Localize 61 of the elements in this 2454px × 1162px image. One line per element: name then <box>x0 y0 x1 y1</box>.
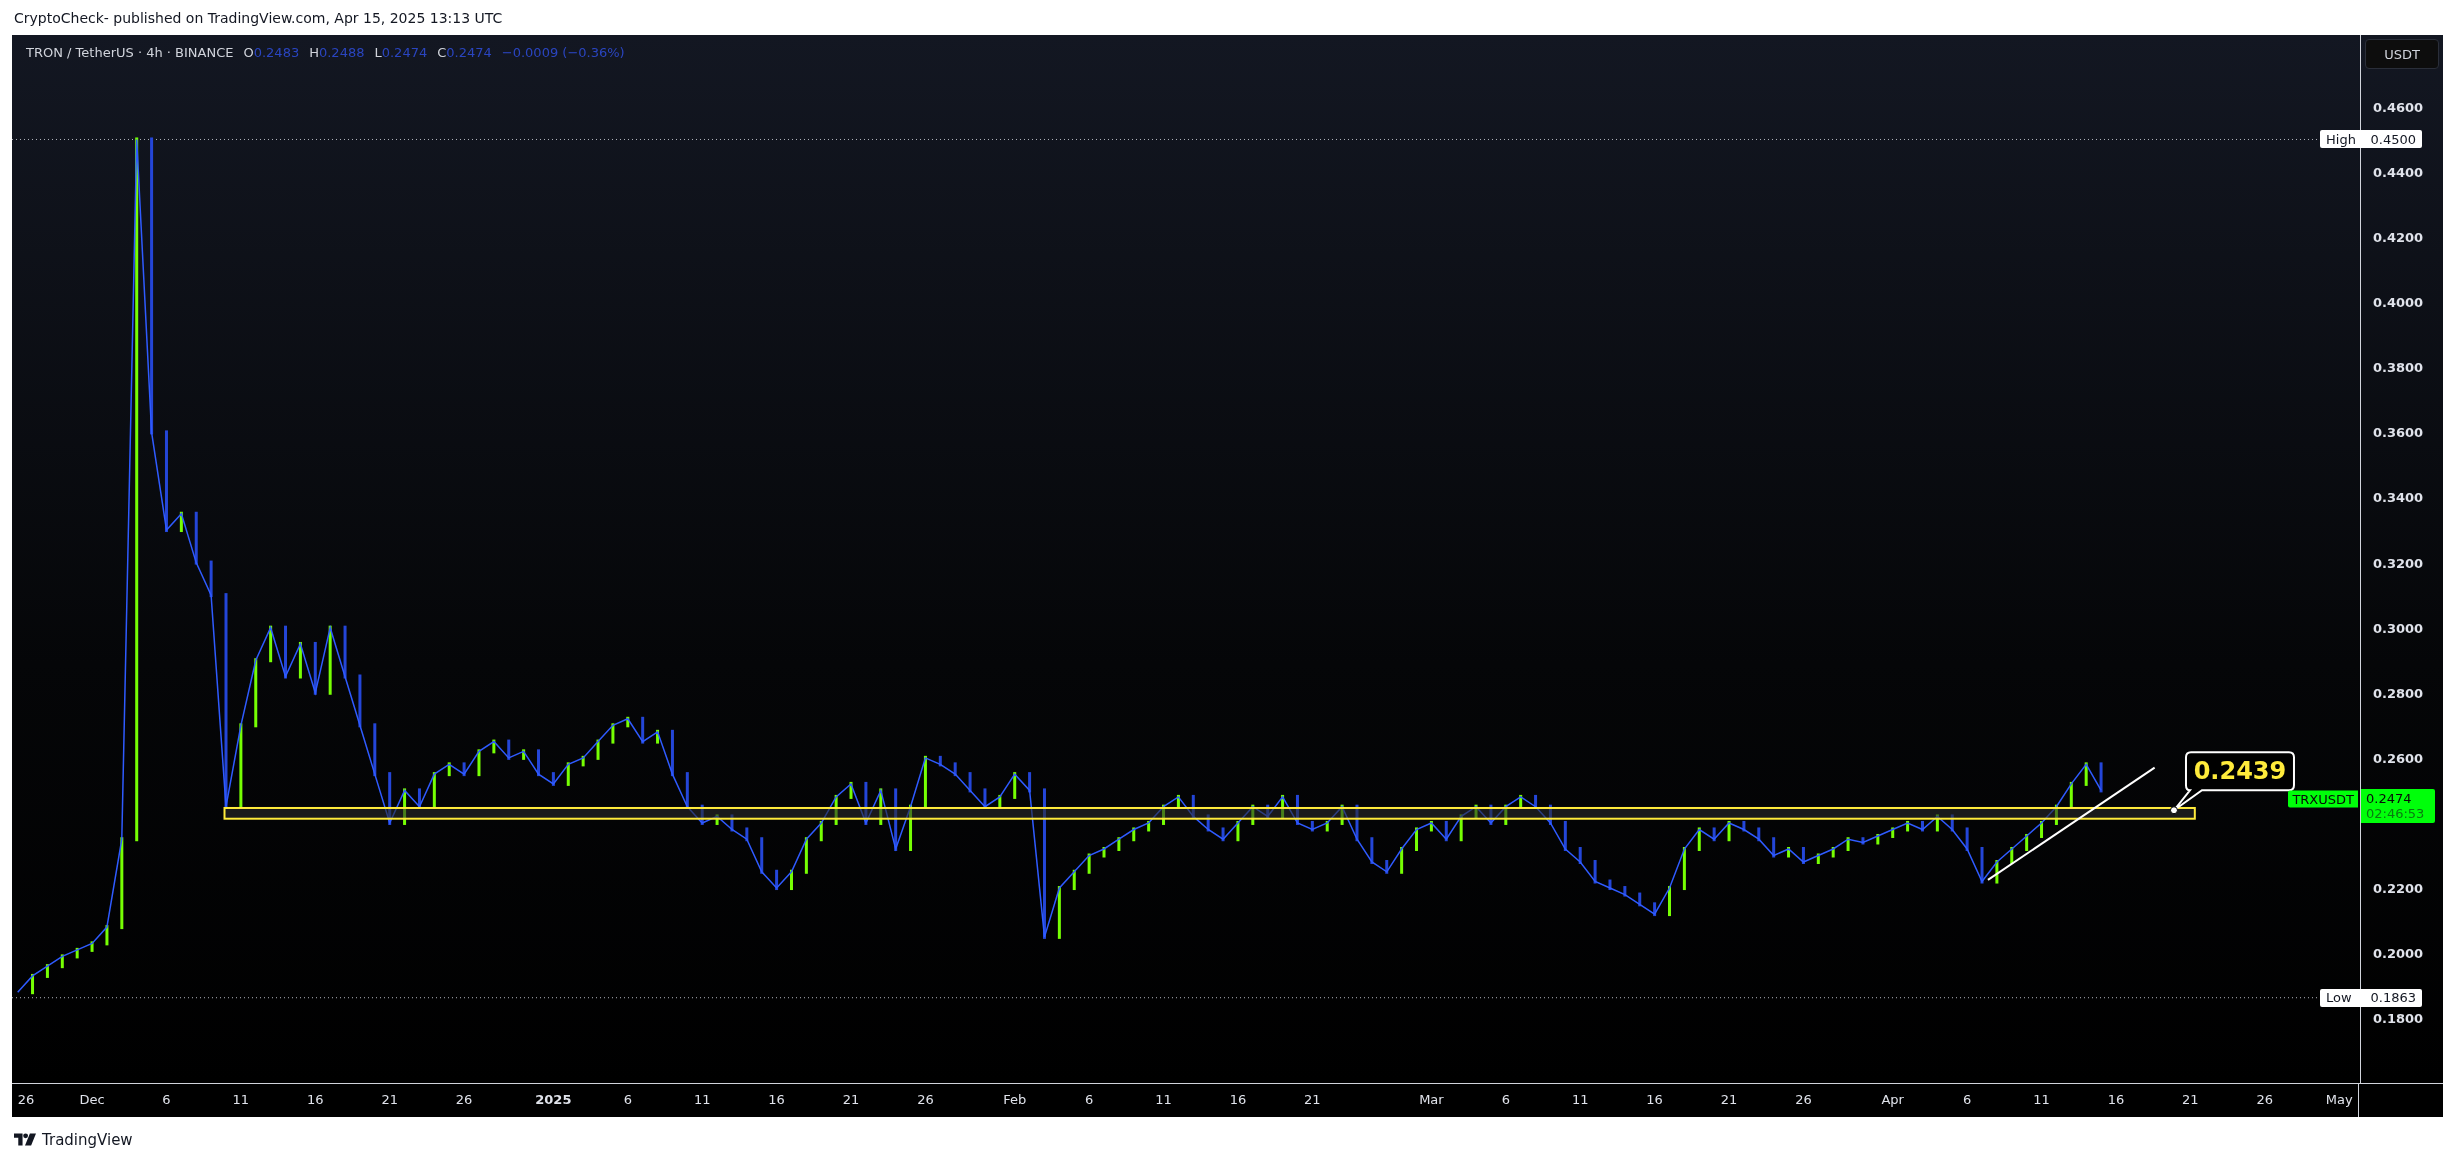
time-axis-label: 26 <box>17 1092 35 1107</box>
price-axis-label: 0.3800 <box>2373 359 2424 375</box>
time-axis-label: May <box>2325 1092 2353 1107</box>
currency-button[interactable]: USDT <box>2365 39 2439 69</box>
bar-countdown: 02:46:53 <box>2366 805 2426 821</box>
time-axis-label: 16 <box>1229 1092 1247 1107</box>
price-axis-label: 0.2800 <box>2373 685 2424 701</box>
price-axis-label: 0.4600 <box>2373 99 2424 115</box>
price-axis-label: 0.1800 <box>2373 1010 2424 1026</box>
time-axis-label: 6 <box>1963 1092 1972 1107</box>
level-tag: High 0.4500 <box>2320 130 2422 149</box>
price-axis-label: 0.3400 <box>2373 490 2424 505</box>
price-axis-label: 0.3600 <box>2373 424 2424 440</box>
time-axis-label: Apr <box>1881 1092 1904 1107</box>
time-axis-label: 6 <box>162 1092 171 1107</box>
price-axis-label: 0.2600 <box>2373 750 2424 766</box>
price-axis-label: 0.2200 <box>2373 880 2424 896</box>
time-axis-label: 16 <box>768 1092 785 1107</box>
time-axis-label: 6 <box>623 1092 632 1107</box>
time-axis-label: 11 <box>1571 1092 1589 1107</box>
time-axis-label: Dec <box>79 1092 105 1107</box>
last-price: 0.2474 <box>2366 790 2413 806</box>
time-axis-label: 26 <box>2256 1092 2273 1107</box>
time-axis-label: 11 <box>693 1092 711 1107</box>
symbol-tag: TRXUSDT <box>2288 790 2358 808</box>
ohlc-value: L0.2474 <box>374 45 428 60</box>
price-axis-label: 0.3000 <box>2373 620 2424 636</box>
anchor-dot <box>2170 806 2178 815</box>
ohlc-value: C0.2474 <box>437 45 492 60</box>
time-axis-label: 16 <box>307 1092 324 1107</box>
time-axis-label: 21 <box>2182 1092 2199 1107</box>
price-axis-label: 0.4400 <box>2373 164 2424 180</box>
ohlc-value: H0.2488 <box>309 45 365 60</box>
time-axis-label: 11 <box>232 1092 250 1107</box>
time-axis-label: 6 <box>1501 1092 1510 1107</box>
callout-value: 0.2439 <box>2193 757 2287 786</box>
time-axis-label: 21 <box>381 1092 398 1107</box>
price-axis-label: 0.2000 <box>2373 945 2424 961</box>
time-axis-label: Feb <box>1003 1092 1027 1107</box>
time-axis-label: 21 <box>1304 1092 1321 1107</box>
time-axis-label: 26 <box>1795 1092 1812 1107</box>
brand-name: TradingView <box>42 1130 133 1149</box>
price-axis-label: 0.4200 <box>2373 229 2424 245</box>
price-axis-label: 0.4000 <box>2373 294 2424 310</box>
publish-info: CryptoCheck- published on TradingView.com, Apr 15, 2025 13:13 UTC <box>14 9 503 26</box>
tradingview-logo-icon <box>14 1133 36 1146</box>
price-axis-label: 0.3200 <box>2373 555 2424 571</box>
time-axis-label: Mar <box>1419 1092 1444 1107</box>
time-axis-label: 16 <box>2107 1092 2125 1107</box>
time-axis-label: 16 <box>1646 1092 1663 1107</box>
ohlc-value: O0.2483 <box>243 45 300 60</box>
time-axis-label: 26 <box>455 1092 473 1107</box>
time-axis-label: 6 <box>1084 1092 1094 1107</box>
time-axis-label: 21 <box>842 1092 860 1107</box>
time-axis-label: 26 <box>917 1092 934 1107</box>
symbol-title: TRON / TetherUS · 4h · BINANCE <box>26 45 234 60</box>
time-axis-label: 11 <box>2033 1092 2050 1107</box>
time-axis-label: 11 <box>1155 1092 1172 1107</box>
time-axis-label: 21 <box>1720 1092 1738 1107</box>
price-change: −0.0009 (−0.36%) <box>501 45 625 60</box>
time-axis-label: 2025 <box>535 1092 572 1107</box>
